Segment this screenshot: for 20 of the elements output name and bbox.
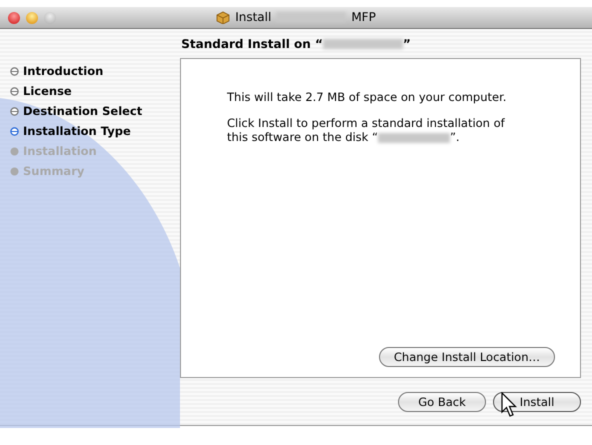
change-install-location-button[interactable]: Change Install Location… xyxy=(378,347,555,367)
step-label: Installation Type xyxy=(23,124,131,138)
space-message: This will take 2.7 MB of space on your computer. xyxy=(227,90,508,104)
step-label: Summary xyxy=(23,164,84,178)
close-button[interactable] xyxy=(8,12,20,24)
window-title: MFP xyxy=(351,10,376,24)
minimize-button[interactable] xyxy=(26,12,38,24)
step-label: Introduction xyxy=(23,64,104,78)
step-label: License xyxy=(23,84,72,98)
mouse-pointer-icon xyxy=(501,392,517,418)
install-message: Click Install to perform a standard installation of this software on the disk “ ”. xyxy=(227,116,506,144)
step-label: Installation xyxy=(23,144,97,158)
step-label: Destination Select xyxy=(23,104,142,118)
install-heading: ” xyxy=(402,37,411,51)
window-title: Install xyxy=(235,10,272,24)
package-icon xyxy=(216,10,230,24)
install-heading: Standard Install on “ xyxy=(181,37,323,51)
go-back-button[interactable]: Go Back xyxy=(398,392,486,412)
zoom-button[interactable] xyxy=(44,12,56,24)
install-button[interactable]: Install xyxy=(493,392,581,412)
